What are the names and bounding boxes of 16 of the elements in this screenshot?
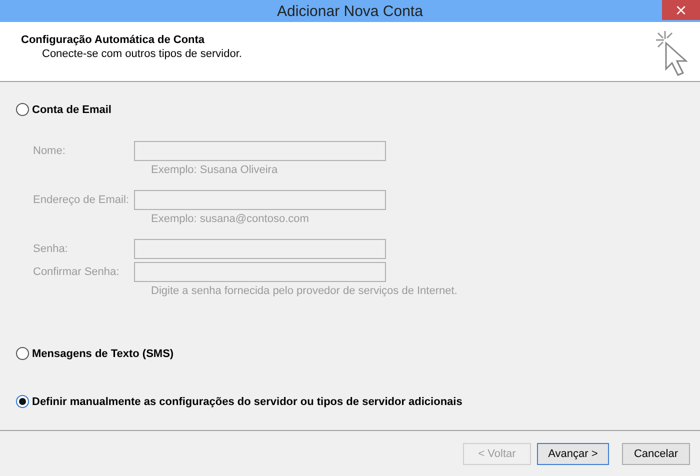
hint-text: Digite a senha fornecida pelo provedor de serviços de Internet.	[151, 284, 458, 299]
field-label: Nome:	[33, 145, 66, 157]
header-subtitle: Conecte-se com outros tipos de servidor.	[42, 48, 242, 60]
close-button[interactable]: ×	[662, 0, 700, 20]
option-label: Definir manualmente as configurações do servidor ou tipos de servidor adicionais	[32, 396, 462, 408]
option-label: Mensagens de Texto (SMS)	[32, 348, 174, 360]
header-title: Configuração Automática de Conta	[21, 34, 205, 46]
dialog-button[interactable]: Avançar >	[537, 442, 609, 464]
field-label: Confirmar Senha:	[33, 266, 120, 278]
option-label: Conta de Email	[32, 104, 112, 116]
window-title: Adicionar Nova Conta	[277, 2, 423, 20]
dialog-button[interactable]: Cancelar	[622, 442, 690, 464]
field-label: Endereço de Email:	[33, 194, 130, 206]
hint-text: Exemplo: Susana Oliveira	[151, 163, 279, 178]
field-label: Senha:	[33, 243, 69, 255]
hint-text: Exemplo: susana@contoso.com	[151, 212, 310, 227]
